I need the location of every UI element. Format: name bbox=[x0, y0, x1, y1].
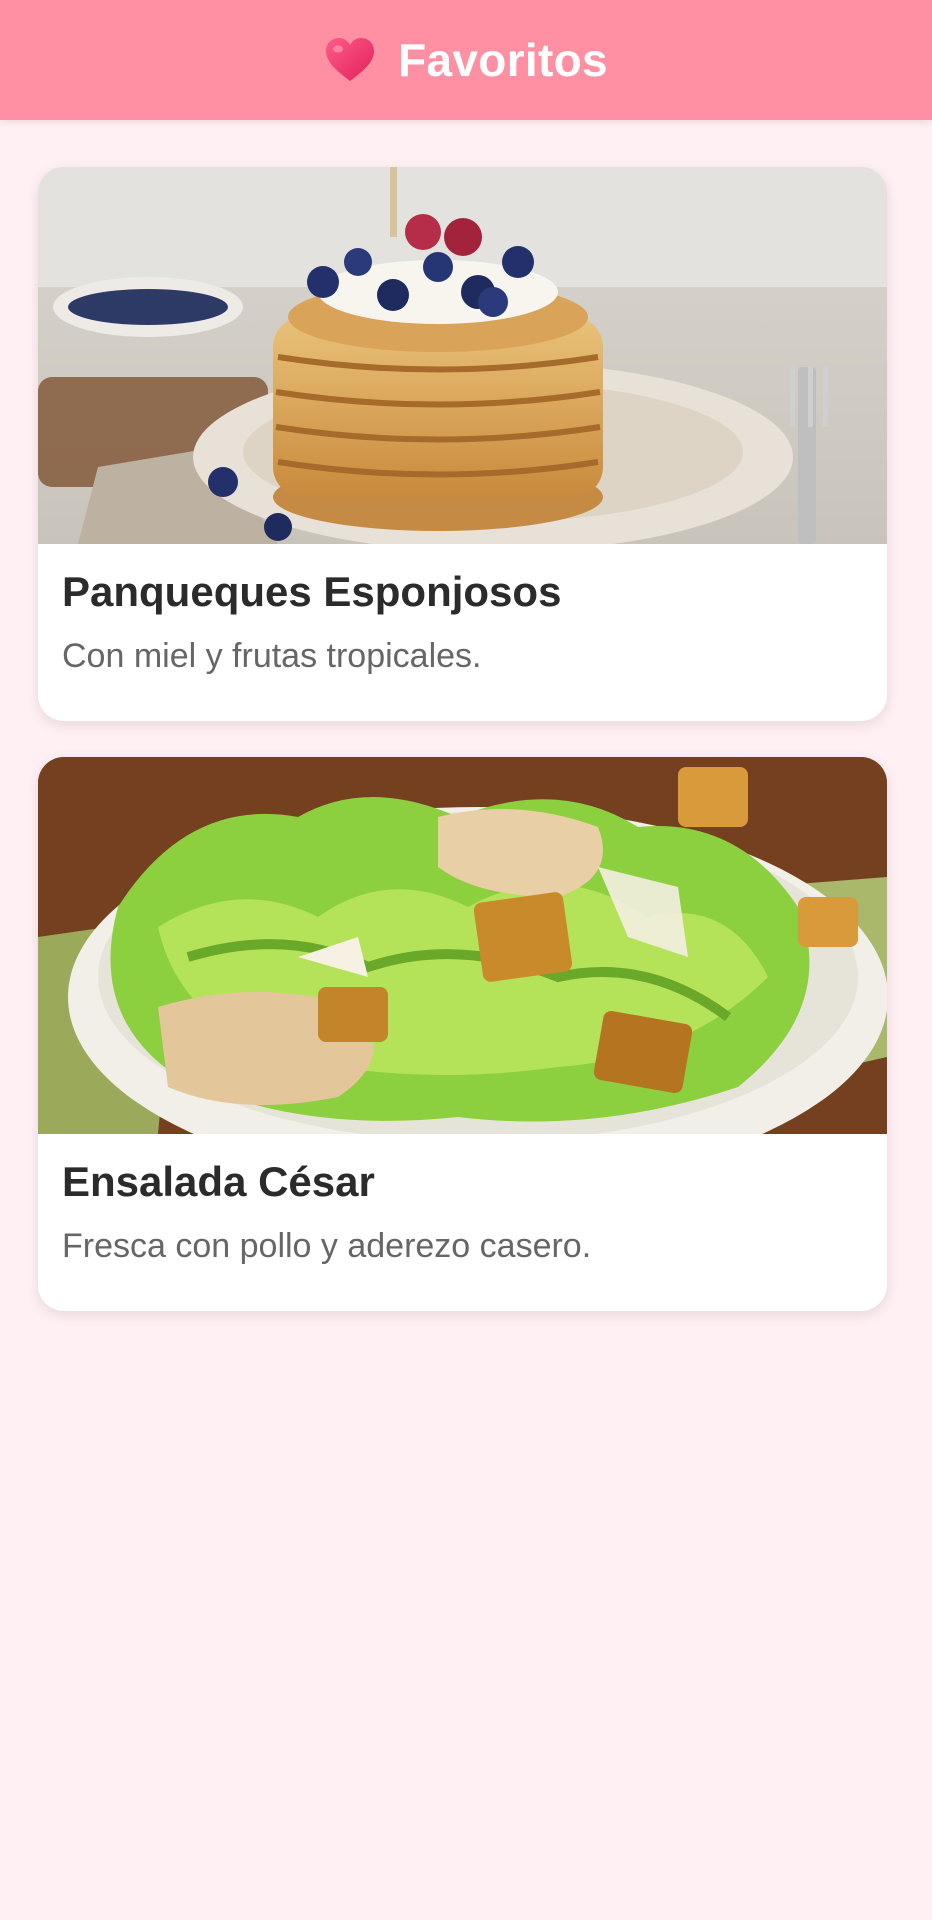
header-title-group: Favoritos bbox=[324, 33, 608, 87]
heart-icon bbox=[326, 38, 375, 81]
card-content: Ensalada César Fresca con pollo y aderez… bbox=[38, 1134, 887, 1311]
app-header: Favoritos bbox=[0, 0, 932, 120]
pancake-stack-photo bbox=[38, 167, 887, 544]
recipe-description: Con miel y frutas tropicales. bbox=[62, 637, 482, 675]
recipe-title: Panqueques Esponjosos bbox=[62, 568, 562, 615]
favorite-card[interactable]: Ensalada César Fresca con pollo y aderez… bbox=[38, 757, 887, 1311]
page-title: Favoritos bbox=[398, 34, 608, 86]
recipe-description: Fresca con pollo y aderezo casero. bbox=[62, 1227, 592, 1265]
card-content: Panqueques Esponjosos Con miel y frutas … bbox=[38, 544, 887, 721]
favorites-list: Panqueques Esponjosos Con miel y frutas … bbox=[38, 167, 887, 1347]
recipe-title: Ensalada César bbox=[62, 1158, 375, 1205]
caesar-salad-photo bbox=[38, 757, 887, 1134]
favorite-card[interactable]: Panqueques Esponjosos Con miel y frutas … bbox=[38, 167, 887, 721]
